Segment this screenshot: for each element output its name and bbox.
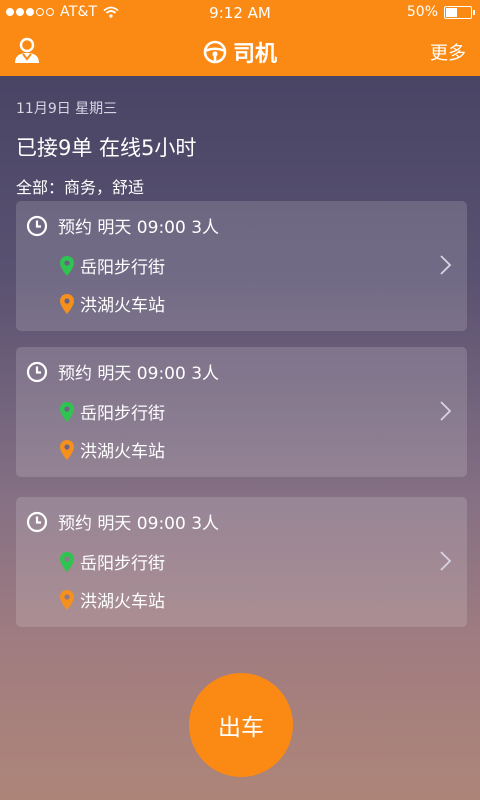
driver-summary: 11月9日 星期三 已接9单 在线5小时 全部：商务，舒适 — [16, 98, 196, 198]
order-pickup-row: 岳阳步行街 — [60, 253, 165, 278]
pickup-location: 岳阳步行街 — [80, 404, 165, 424]
pickup-location: 岳阳步行街 — [80, 554, 165, 574]
chevron-right-icon — [440, 255, 452, 275]
nav-title: 司机 — [0, 36, 480, 68]
dropoff-location: 洪湖火车站 — [80, 442, 165, 462]
order-dropoff-row: 洪湖火车站 — [60, 587, 165, 612]
dropoff-pin-icon — [60, 439, 74, 460]
status-bar-right: 50% — [406, 4, 475, 20]
order-dropoff-row: 洪湖火车站 — [60, 437, 165, 462]
battery-icon — [444, 5, 475, 19]
dropoff-pin-icon — [60, 589, 74, 610]
dropoff-pin-icon — [60, 293, 74, 314]
chevron-right-icon — [440, 401, 452, 421]
order-pickup-row: 岳阳步行街 — [60, 399, 165, 424]
clock-icon — [26, 215, 48, 236]
order-pickup-row: 岳阳步行街 — [60, 549, 165, 574]
clock-icon — [26, 511, 48, 532]
order-card[interactable]: 预约 明天 09:00 3人 岳阳步行街 洪湖火车站 — [16, 347, 467, 477]
pickup-pin-icon — [60, 551, 74, 572]
order-time-text: 预约 明天 09:00 3人 — [58, 364, 220, 384]
more-button[interactable]: 更多 — [430, 39, 466, 65]
order-time-row: 预约 明天 09:00 3人 — [26, 359, 219, 384]
summary-date: 11月9日 星期三 — [16, 101, 118, 117]
pickup-pin-icon — [60, 401, 74, 422]
nav-title-text: 司机 — [232, 42, 277, 67]
dropoff-location: 洪湖火车站 — [80, 296, 165, 316]
order-dropoff-row: 洪湖火车站 — [60, 291, 165, 316]
summary-stats: 已接9单 在线5小时 — [16, 136, 197, 160]
order-card[interactable]: 预约 明天 09:00 3人 岳阳步行街 洪湖火车站 — [16, 201, 467, 331]
battery-percent: 50% — [406, 4, 438, 20]
order-type-filter[interactable]: 全部：商务，舒适 — [16, 174, 196, 198]
nav-bar: 司机 更多 — [0, 26, 480, 76]
steering-wheel-icon — [203, 40, 227, 64]
pickup-pin-icon — [60, 255, 74, 276]
order-card[interactable]: 预约 明天 09:00 3人 岳阳步行街 洪湖火车站 — [16, 497, 467, 627]
order-time-row: 预约 明天 09:00 3人 — [26, 509, 219, 534]
chevron-right-icon — [440, 551, 452, 571]
order-time-text: 预约 明天 09:00 3人 — [58, 218, 220, 238]
dropoff-location: 洪湖火车站 — [80, 592, 165, 612]
battery-level — [446, 7, 457, 17]
status-bar: AT&T 9:12 AM 50% — [0, 0, 480, 26]
order-time-row: 预约 明天 09:00 3人 — [26, 213, 219, 238]
order-time-text: 预约 明天 09:00 3人 — [58, 514, 220, 534]
clock-icon — [26, 361, 48, 382]
go-online-button[interactable]: 出车 — [189, 673, 293, 777]
pickup-location: 岳阳步行街 — [80, 258, 165, 278]
